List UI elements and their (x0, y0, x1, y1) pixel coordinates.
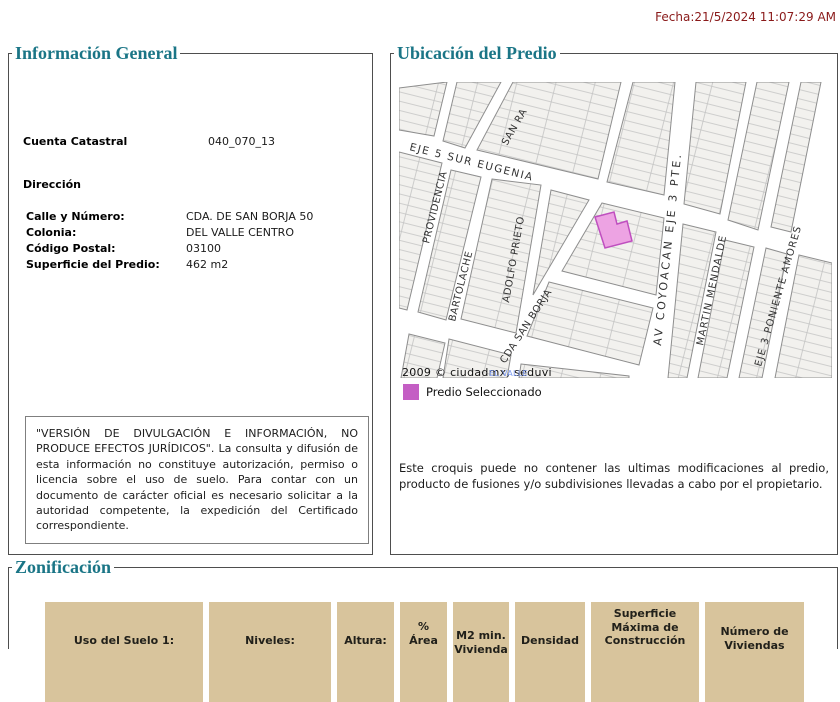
zonificacion-col-pct-area: % Área (400, 602, 447, 702)
zonificacion-col-altura: Altura: (337, 602, 394, 702)
map-credit: 2009 © ciudadmx, seduvi (402, 366, 552, 378)
direccion-label: Dirección (23, 178, 81, 191)
colonia-value: DEL VALLE CENTRO (186, 226, 294, 239)
colonia-label: Colonia: (26, 226, 77, 239)
superficie-row: Superficie del Predio: 462 m2 (26, 258, 228, 271)
zonificacion-title: Zonificación (15, 557, 112, 577)
cadastral-map: EJE 5 SUR EUGENIASAN RAPROVIDENCIABARTOL… (399, 82, 832, 378)
calle-numero-label: Calle y Número: (26, 210, 125, 223)
cuenta-catastral-label: Cuenta Catastral (23, 135, 128, 148)
zonificacion-panel: Zonificación Uso del Suelo 1: Niveles: A… (8, 557, 838, 702)
seduvi-certificate-page: { "header": { "date": "Fecha:21/5/2024 1… (0, 0, 840, 702)
map-area-label-el-valle: EL VALLE (489, 369, 528, 378)
cuenta-catastral-value: 040_070_13 (208, 135, 275, 148)
codigo-postal-row: Código Postal: 03100 (26, 242, 221, 255)
info-general-title: Información General (15, 43, 178, 63)
zonificacion-col-numero-viviendas: Número de Viviendas (705, 602, 804, 702)
info-general-panel: Información General Cuenta Catastral 040… (8, 44, 373, 555)
cuenta-catastral-row: Cuenta Catastral 040_070_13 (23, 135, 275, 148)
selected-parcel-swatch (403, 384, 419, 400)
superficie-value: 462 m2 (186, 258, 229, 271)
zonificacion-col-niveles: Niveles: (209, 602, 331, 702)
ubicacion-panel: Ubicación del Predio EJE 5 SUR EUGENIA S… (390, 44, 838, 555)
calle-numero-row: Calle y Número: CDA. DE SAN BORJA 50 (26, 210, 313, 223)
zonificacion-col-densidad: Densidad (515, 602, 585, 702)
legal-disclaimer-box: "VERSIÓN DE DIVULGACIÓN E INFORMACIÓN, N… (25, 416, 369, 544)
zonificacion-col-uso-del-suelo: Uso del Suelo 1: (45, 602, 203, 702)
map-note: Este croquis puede no contener las ultim… (399, 461, 829, 491)
ubicacion-title: Ubicación del Predio (397, 43, 557, 63)
colonia-row: Colonia: DEL VALLE CENTRO (26, 226, 294, 239)
zonificacion-col-m2-min: M2 min. Vivienda (453, 602, 509, 702)
superficie-label: Superficie del Predio: (26, 258, 160, 271)
calle-numero-value: CDA. DE SAN BORJA 50 (186, 210, 314, 223)
map-legend-label: Predio Seleccionado (426, 385, 542, 399)
report-date: Fecha:21/5/2024 11:07:29 AM (655, 10, 836, 24)
codigo-postal-label: Código Postal: (26, 242, 116, 255)
zonificacion-col-superficie-maxima: Superficie Máxima de Construcción (591, 602, 699, 702)
codigo-postal-value: 03100 (186, 242, 221, 255)
map-legend: Predio Seleccionado (403, 384, 542, 400)
